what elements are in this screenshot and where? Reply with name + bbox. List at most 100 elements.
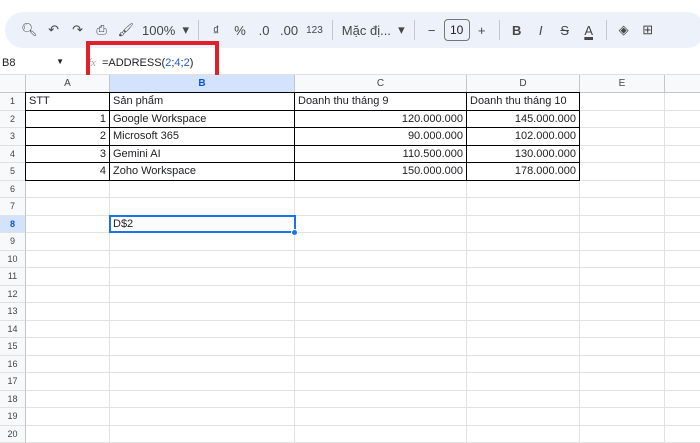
cell[interactable]	[665, 93, 700, 111]
cell[interactable]: 110.500.000	[294, 144, 467, 163]
cell[interactable]: 90.000.000	[294, 127, 467, 146]
currency-button[interactable]: ₫	[204, 18, 228, 42]
cell[interactable]	[580, 320, 665, 338]
cell[interactable]	[295, 320, 467, 338]
cell[interactable]: D$2	[110, 215, 295, 233]
cell[interactable]: 120.000.000	[294, 109, 467, 128]
cell[interactable]	[467, 198, 580, 216]
name-box[interactable]: B8 ▼	[0, 57, 70, 69]
row-header[interactable]: 2	[0, 110, 26, 128]
cell[interactable]	[26, 338, 110, 356]
cell[interactable]	[110, 338, 295, 356]
cell[interactable]	[665, 356, 700, 373]
cell[interactable]	[295, 303, 467, 321]
row-header[interactable]: 12	[0, 285, 26, 303]
cell[interactable]	[110, 285, 295, 303]
cell[interactable]	[295, 250, 467, 268]
column-header[interactable]	[665, 75, 700, 93]
font-size-input[interactable]: 10	[443, 19, 470, 41]
cell[interactable]	[580, 145, 665, 163]
cell[interactable]	[467, 320, 580, 338]
font-select[interactable]: Mặc đị... ▾	[338, 18, 409, 42]
cell[interactable]: 3	[25, 144, 110, 163]
cell[interactable]	[295, 408, 467, 426]
cell[interactable]: Microsoft 365	[109, 127, 295, 146]
cell[interactable]	[665, 303, 700, 321]
cell[interactable]	[26, 303, 110, 321]
cell[interactable]	[110, 303, 295, 321]
cell[interactable]	[665, 373, 700, 391]
row-header[interactable]: 16	[0, 355, 26, 373]
cell[interactable]	[295, 338, 467, 356]
cell[interactable]	[467, 233, 580, 251]
cell[interactable]	[295, 215, 467, 233]
cell[interactable]	[295, 373, 467, 391]
row-header[interactable]: 14	[0, 320, 26, 338]
cell[interactable]	[295, 425, 467, 443]
cell[interactable]	[580, 408, 665, 426]
cell[interactable]: Zoho Workspace	[109, 162, 295, 181]
cell[interactable]: 130.000.000	[466, 144, 580, 163]
more-formats-button[interactable]: 123	[302, 18, 327, 42]
cell[interactable]: Doanh thu tháng 10	[466, 92, 580, 111]
cell[interactable]	[110, 408, 295, 426]
cell[interactable]	[580, 93, 665, 111]
column-header[interactable]: E	[580, 75, 665, 93]
cell[interactable]	[665, 146, 700, 163]
cell[interactable]	[665, 426, 700, 443]
cell[interactable]	[467, 215, 580, 233]
cell[interactable]	[295, 233, 467, 251]
cell[interactable]	[665, 198, 700, 216]
cell[interactable]	[110, 373, 295, 391]
decrease-decimal-button[interactable]: .0	[252, 18, 276, 42]
cell[interactable]	[665, 338, 700, 356]
cell[interactable]	[580, 338, 665, 356]
column-header[interactable]: A	[26, 75, 110, 93]
cell[interactable]	[467, 338, 580, 356]
cell[interactable]: 102.000.000	[466, 127, 580, 146]
cell[interactable]	[580, 215, 665, 233]
cell[interactable]	[26, 285, 110, 303]
cell[interactable]	[580, 233, 665, 251]
cell[interactable]: STT	[25, 92, 110, 111]
cell[interactable]	[467, 390, 580, 408]
undo-icon[interactable]: ↶	[42, 18, 66, 42]
row-header[interactable]: 9	[0, 233, 26, 251]
cell[interactable]	[26, 250, 110, 268]
borders-icon[interactable]: ⊞	[636, 18, 660, 42]
column-header[interactable]: B	[110, 75, 295, 93]
cell[interactable]	[467, 373, 580, 391]
cell[interactable]	[26, 268, 110, 286]
cell[interactable]	[665, 391, 700, 408]
cell[interactable]	[110, 390, 295, 408]
cell[interactable]	[665, 216, 700, 233]
cell[interactable]	[580, 285, 665, 303]
cell[interactable]: 145.000.000	[466, 109, 580, 128]
fill-color-icon[interactable]: ◈	[612, 18, 636, 42]
row-header[interactable]: 13	[0, 303, 26, 321]
cell[interactable]	[580, 390, 665, 408]
cell[interactable]	[665, 251, 700, 268]
cell[interactable]: Google Workspace	[109, 109, 295, 128]
cell[interactable]	[26, 425, 110, 443]
cell[interactable]	[467, 355, 580, 373]
cell[interactable]: 4	[25, 162, 110, 181]
row-header[interactable]: 17	[0, 373, 26, 391]
cell[interactable]	[580, 180, 665, 198]
print-icon[interactable]: ⎙	[90, 18, 114, 42]
cell[interactable]	[110, 180, 295, 198]
cell[interactable]	[26, 180, 110, 198]
cell[interactable]	[580, 303, 665, 321]
percent-button[interactable]: %	[228, 18, 252, 42]
row-header[interactable]: 6	[0, 180, 26, 198]
column-header[interactable]: C	[295, 75, 467, 93]
cell[interactable]: 178.000.000	[466, 162, 580, 181]
corner-cell[interactable]	[0, 75, 26, 93]
decrease-font-size-button[interactable]: −	[420, 18, 444, 42]
cell[interactable]	[580, 373, 665, 391]
row-header[interactable]: 18	[0, 390, 26, 408]
zoom-select[interactable]: 100% ▾	[138, 18, 193, 42]
cell[interactable]: Doanh thu tháng 9	[294, 92, 467, 111]
cell[interactable]	[580, 425, 665, 443]
cell[interactable]	[110, 198, 295, 216]
